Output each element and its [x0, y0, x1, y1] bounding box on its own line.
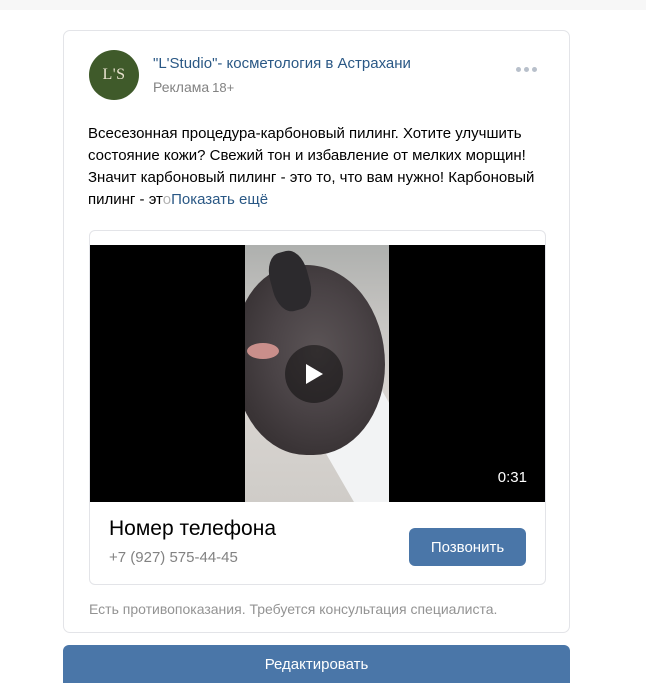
video-duration: 0:31 [497, 469, 527, 486]
show-more-link[interactable]: Показать ещё [171, 191, 268, 208]
post-text-fade: о [162, 191, 172, 208]
video-player[interactable]: 0:31 [90, 245, 545, 502]
ad-attachment: 0:31 Номер телефона +7 (927) 575-44-45 П… [89, 230, 546, 585]
post-text-body: Всесезонная процедура-карбоновый пилинг.… [88, 125, 535, 208]
post-text: Всесезонная процедура-карбоновый пилинг.… [88, 123, 550, 211]
phone-number: +7 (927) 575-44-45 [109, 549, 238, 566]
author-name-link[interactable]: "L'Studio"- косметология в Астрахани [153, 55, 411, 72]
post-meta: Реклама 18+ [153, 79, 234, 95]
call-button[interactable]: Позвонить [409, 528, 526, 566]
disclaimer: Есть противопоказания. Требуется консуль… [89, 601, 498, 617]
ad-post-card: L'S "L'Studio"- косметология в Астрахани… [63, 30, 570, 633]
ad-label: Реклама [153, 79, 210, 95]
avatar[interactable]: L'S [89, 50, 139, 100]
phone-title: Номер телефона [109, 517, 277, 540]
play-icon[interactable] [285, 345, 343, 403]
edit-button[interactable]: Редактировать [63, 645, 570, 683]
more-horizontal-icon[interactable] [516, 67, 537, 72]
top-strip [0, 0, 646, 10]
avatar-text: L'S [102, 66, 126, 83]
age-rating: 18+ [212, 80, 235, 95]
